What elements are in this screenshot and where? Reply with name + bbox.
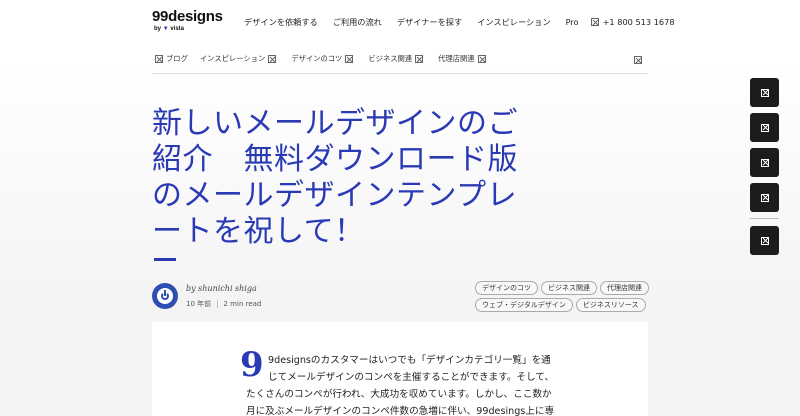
- broken-image-icon: [268, 55, 277, 63]
- post-date: 10 年前: [186, 299, 212, 308]
- share-button-3[interactable]: [750, 148, 779, 177]
- phone-link[interactable]: +1 800 513 1678: [590, 17, 675, 27]
- subnav-label: デザインのコツ: [291, 54, 343, 63]
- tag-list: デザインのコツ ビジネス関連 代理店関連 ウェブ・デジタルデザイン ビジネスリソ…: [475, 281, 655, 315]
- body-line: 月に及ぶメールデザインのコンペ件数の急増に伴い、99desings上に専: [246, 406, 555, 416]
- tag-design-tips[interactable]: デザインのコツ: [475, 281, 538, 295]
- title-line: のメールデザインテンプレ: [152, 178, 518, 213]
- subnav-item-design-tips[interactable]: デザインのコツ: [291, 54, 356, 64]
- logo[interactable]: 99designs by ▼ vista: [152, 8, 223, 32]
- subnav-item-blog[interactable]: ブログ: [152, 54, 188, 64]
- main-nav: デザインを依頼する ご利用の流れ デザイナーを探す インスピレーション Pro …: [244, 16, 675, 28]
- logo-wordmark: 99designs: [152, 8, 223, 25]
- share-button-4[interactable]: [750, 183, 779, 212]
- tag-business-resources[interactable]: ビジネスリソース: [575, 298, 646, 312]
- nav-pro[interactable]: Pro: [566, 17, 579, 27]
- search-icon[interactable]: [634, 56, 642, 64]
- subnav-item-inspiration[interactable]: インスピレーション: [200, 54, 279, 64]
- subnav-item-agency[interactable]: 代理店関連: [438, 54, 488, 64]
- broken-image-icon: [760, 88, 769, 97]
- article-text: 9designsのカスタマーはいつでも「デザインカテゴリ一覧」を通 じてメールデ…: [246, 352, 556, 416]
- logo-brand: vista: [170, 26, 184, 32]
- read-time: 2 min read: [223, 299, 262, 308]
- nav-start-project[interactable]: デザインを依頼する: [244, 16, 318, 28]
- site-header: 99designs by ▼ vista デザインを依頼する ご利用の流れ デザ…: [152, 8, 675, 42]
- title-line: 紹介 無料ダウンロード版: [152, 142, 518, 177]
- broken-image-icon: [590, 18, 599, 26]
- phone-number: +1 800 513 1678: [602, 17, 675, 27]
- author-name[interactable]: by shunichi shiga: [186, 284, 261, 293]
- tag-business[interactable]: ビジネス関連: [541, 281, 597, 295]
- body-line: 9designsのカスタマーはいつでも「デザインカテゴリ一覧」を通: [268, 355, 551, 366]
- article-title: 新しいメールデザインのご 紹介 無料ダウンロード版 のメールデザインテンプレ ー…: [152, 106, 532, 250]
- broken-image-icon: [760, 158, 769, 167]
- broken-image-icon: [155, 55, 163, 63]
- broken-image-icon: [760, 193, 769, 202]
- broken-image-icon: [345, 55, 354, 63]
- nav-find-designer[interactable]: デザイナーを探す: [397, 16, 462, 28]
- share-button-5[interactable]: [750, 226, 779, 255]
- article-body: 9 9designsのカスタマーはいつでも「デザインカテゴリ一覧」を通 じてメー…: [152, 322, 648, 416]
- broken-image-icon: [760, 236, 769, 245]
- title-line: ートを祝して！: [152, 214, 365, 249]
- subnav-label: ビジネス関連: [368, 54, 413, 63]
- post-meta: 10 年前 | 2 min read: [186, 299, 262, 308]
- broken-image-icon: [415, 55, 424, 63]
- subnav-item-business[interactable]: ビジネス関連: [368, 54, 426, 64]
- share-bar: [750, 78, 780, 261]
- power-logo-icon: [157, 288, 173, 304]
- avatar[interactable]: [152, 283, 178, 309]
- subnav-label: インスピレーション: [199, 54, 266, 63]
- body-line: じてメールデザインのコンペを主催することができます。そして、: [268, 372, 555, 383]
- title-line: 新しいメールデザインのご: [152, 106, 518, 141]
- broken-image-icon: [760, 123, 769, 132]
- body-line: たくさんのコンペが行われ、大成功を収めています。しかし、ここ数か: [246, 389, 552, 400]
- nav-inspiration[interactable]: インスピレーション: [477, 16, 550, 28]
- logo-by: by: [154, 26, 162, 32]
- logo-byline: by ▼ vista: [154, 26, 223, 32]
- tag-agency[interactable]: 代理店関連: [600, 281, 649, 295]
- blog-subnav: ブログ インスピレーション デザインのコツ ビジネス関連 代理店関連: [152, 54, 648, 74]
- subnav-label: 代理店関連: [438, 54, 475, 63]
- subnav-label: ブログ: [166, 54, 188, 63]
- share-button-2[interactable]: [750, 113, 779, 142]
- broken-image-icon: [477, 55, 486, 63]
- tag-web-digital[interactable]: ウェブ・デジタルデザイン: [475, 298, 573, 312]
- title-underline: [154, 258, 176, 261]
- share-divider: [750, 218, 779, 219]
- nav-how-it-works[interactable]: ご利用の流れ: [333, 16, 382, 28]
- author-block: by shunichi shiga 10 年前 | 2 min read: [152, 283, 261, 309]
- vista-mark-icon: ▼: [162, 26, 169, 32]
- share-button-1[interactable]: [750, 78, 779, 107]
